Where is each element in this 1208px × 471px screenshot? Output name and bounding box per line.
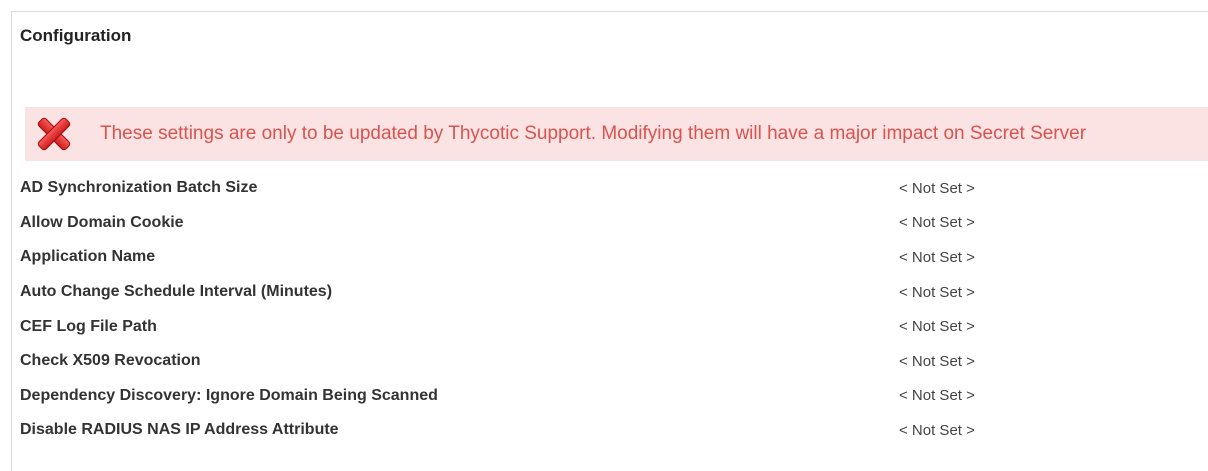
setting-value: < Not Set > [899, 283, 975, 301]
setting-value: < Not Set > [899, 387, 975, 405]
setting-row: Application Name < Not Set > [20, 240, 1200, 275]
setting-row: Auto Change Schedule Interval (Minutes) … [20, 275, 1200, 310]
warning-banner: These settings are only to be updated by… [25, 107, 1208, 161]
setting-label: Disable RADIUS NAS IP Address Attribute [20, 421, 339, 439]
setting-label: Dependency Discovery: Ignore Domain Bein… [20, 386, 438, 404]
setting-value: < Not Set > [899, 248, 975, 266]
setting-row: CEF Log File Path < Not Set > [20, 309, 1200, 344]
section-title: Configuration [20, 26, 132, 45]
setting-label: Auto Change Schedule Interval (Minutes) [20, 283, 333, 301]
setting-label: AD Synchronization Batch Size [20, 179, 258, 197]
setting-value: < Not Set > [899, 318, 975, 336]
setting-row: Check X509 Revocation < Not Set > [20, 344, 1200, 379]
warning-message: These settings are only to be updated by… [100, 123, 1087, 144]
setting-value: < Not Set > [899, 179, 975, 197]
setting-label: Check X509 Revocation [20, 352, 201, 370]
setting-label: CEF Log File Path [20, 317, 157, 335]
setting-label: Application Name [20, 248, 156, 266]
settings-list: AD Synchronization Batch Size < Not Set … [20, 171, 1200, 448]
setting-row: Dependency Discovery: Ignore Domain Bein… [20, 379, 1200, 414]
setting-value: < Not Set > [899, 352, 975, 370]
setting-value: < Not Set > [899, 214, 975, 232]
error-x-icon [25, 107, 75, 161]
setting-value: < Not Set > [899, 421, 975, 439]
setting-row: AD Synchronization Batch Size < Not Set … [20, 171, 1200, 206]
setting-label: Allow Domain Cookie [20, 213, 184, 231]
setting-row: Disable RADIUS NAS IP Address Attribute … [20, 413, 1200, 448]
setting-row: Allow Domain Cookie < Not Set > [20, 206, 1200, 241]
